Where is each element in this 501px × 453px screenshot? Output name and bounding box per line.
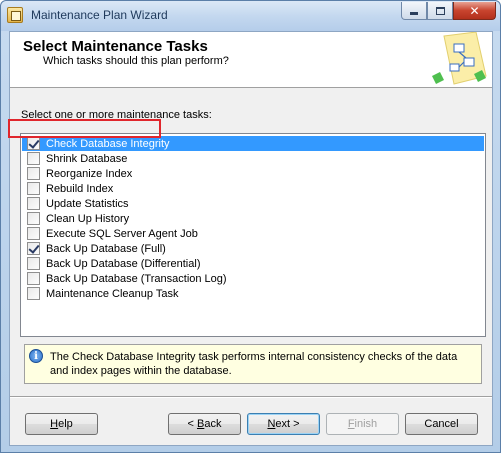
prompt-text: elect one or more maintenance tasks: bbox=[28, 109, 212, 121]
task-list-prompt: Select one or more maintenance tasks: bbox=[21, 109, 212, 121]
maximize-button[interactable] bbox=[427, 2, 453, 20]
finish-label: inish bbox=[354, 418, 378, 430]
task-checkbox[interactable] bbox=[27, 182, 40, 195]
task-item[interactable]: Execute SQL Server Agent Job bbox=[22, 226, 484, 241]
minimize-icon bbox=[410, 12, 418, 15]
task-checkbox[interactable] bbox=[27, 257, 40, 270]
task-checkbox[interactable] bbox=[27, 197, 40, 210]
next-mnemonic: N bbox=[267, 418, 276, 430]
task-item[interactable]: Check Database Integrity bbox=[22, 136, 484, 151]
task-checkbox[interactable] bbox=[27, 287, 40, 300]
task-checkbox[interactable] bbox=[27, 227, 40, 240]
next-button[interactable]: Next > bbox=[247, 413, 320, 435]
button-separator bbox=[10, 396, 492, 398]
help-label: elp bbox=[58, 418, 73, 430]
task-label: Back Up Database (Transaction Log) bbox=[46, 272, 227, 285]
task-checkbox[interactable] bbox=[27, 167, 40, 180]
maximize-icon bbox=[435, 6, 445, 15]
cancel-button[interactable]: Cancel bbox=[405, 413, 478, 435]
task-item[interactable]: Back Up Database (Transaction Log) bbox=[22, 271, 484, 286]
back-button[interactable]: < Back bbox=[168, 413, 241, 435]
task-label: Check Database Integrity bbox=[46, 137, 170, 150]
task-checkbox[interactable] bbox=[27, 272, 40, 285]
task-label: Reorganize Index bbox=[46, 167, 133, 180]
task-item[interactable]: Reorganize Index bbox=[22, 166, 484, 181]
info-icon: i bbox=[29, 349, 43, 363]
help-mnemonic: H bbox=[50, 418, 59, 430]
task-description-text: The Check Database Integrity task perfor… bbox=[50, 351, 458, 377]
close-button[interactable]: ✕ bbox=[453, 2, 496, 20]
title-bar[interactable]: Maintenance Plan Wizard ✕ bbox=[1, 1, 500, 31]
back-mnemonic: B bbox=[197, 418, 205, 430]
wizard-flow-graphic bbox=[432, 32, 487, 85]
task-item[interactable]: Rebuild Index bbox=[22, 181, 484, 196]
task-label: Update Statistics bbox=[46, 197, 129, 210]
task-checkbox[interactable] bbox=[27, 242, 40, 255]
task-item[interactable]: Maintenance Cleanup Task bbox=[22, 286, 484, 301]
page-title: Select Maintenance Tasks bbox=[23, 38, 208, 55]
task-checkbox[interactable] bbox=[27, 212, 40, 225]
window-title: Maintenance Plan Wizard bbox=[31, 8, 168, 22]
task-label: Shrink Database bbox=[46, 152, 128, 165]
finish-button[interactable]: Finish bbox=[326, 413, 399, 435]
task-item[interactable]: Clean Up History bbox=[22, 211, 484, 226]
help-button[interactable]: Help bbox=[25, 413, 98, 435]
close-icon: ✕ bbox=[469, 3, 480, 18]
wizard-window: Maintenance Plan Wizard ✕ Select Mainten… bbox=[0, 0, 501, 453]
window-controls: ✕ bbox=[401, 2, 496, 20]
task-label: Clean Up History bbox=[46, 212, 130, 225]
task-label: Back Up Database (Differential) bbox=[46, 257, 201, 270]
task-label: Maintenance Cleanup Task bbox=[46, 287, 179, 300]
task-item[interactable]: Shrink Database bbox=[22, 151, 484, 166]
task-label: Back Up Database (Full) bbox=[46, 242, 166, 255]
page-subtitle: Which tasks should this plan perform? bbox=[43, 55, 229, 67]
maintenance-task-list[interactable]: Check Database Integrity Shrink Database R… bbox=[20, 133, 486, 337]
finish-mnemonic: F bbox=[347, 418, 355, 430]
back-prefix: < bbox=[187, 418, 197, 430]
task-checkbox[interactable] bbox=[27, 137, 40, 150]
maintenance-plan-icon bbox=[7, 7, 23, 23]
wizard-body: Select Maintenance Tasks Which tasks sho… bbox=[9, 31, 493, 446]
minimize-button[interactable] bbox=[401, 2, 427, 20]
task-label: Rebuild Index bbox=[46, 182, 114, 195]
task-item[interactable]: Update Statistics bbox=[22, 196, 484, 211]
task-item[interactable]: Back Up Database (Full) bbox=[22, 241, 484, 256]
task-checkbox[interactable] bbox=[27, 152, 40, 165]
task-description-box: i The Check Database Integrity task perf… bbox=[24, 344, 482, 384]
task-label: Execute SQL Server Agent Job bbox=[46, 227, 198, 240]
next-label: ext > bbox=[275, 418, 300, 430]
back-label: ack bbox=[204, 418, 222, 430]
task-item[interactable]: Back Up Database (Differential) bbox=[22, 256, 484, 271]
wizard-header: Select Maintenance Tasks Which tasks sho… bbox=[10, 32, 492, 88]
